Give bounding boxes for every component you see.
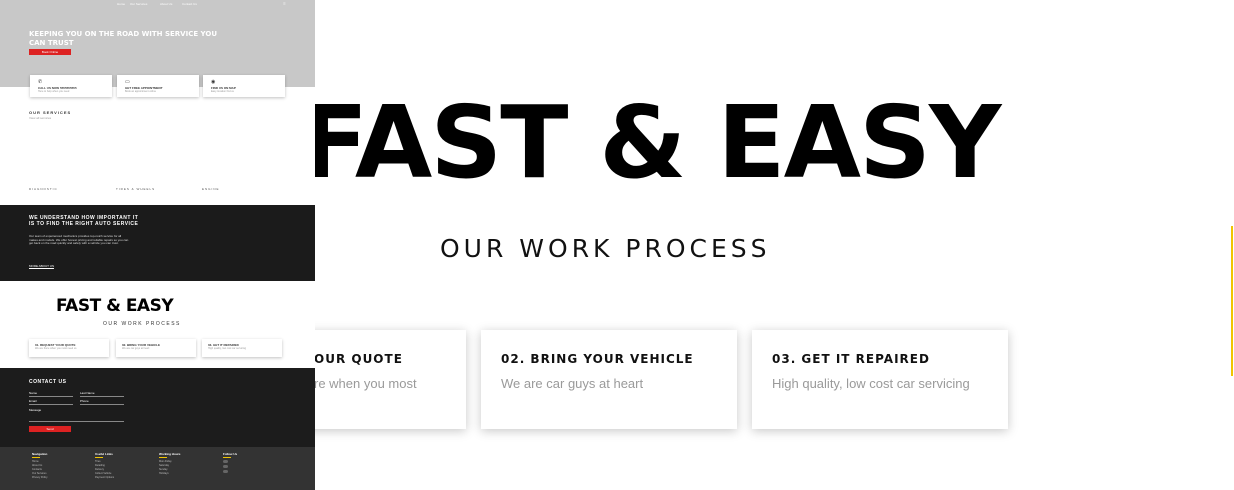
calendar-icon: ▭: [125, 79, 130, 85]
feature-card-appointment[interactable]: ▭ GET FREE APPOINTMENT Book an appointme…: [117, 75, 199, 97]
process-step-title: 02. BRING YOUR VEHICLE: [501, 352, 694, 366]
email-field-label: Email: [29, 399, 37, 403]
book-online-button[interactable]: Book Online: [29, 49, 71, 55]
feature-card-desc: Book an appointment online: [125, 90, 156, 93]
mini-step-card: 03. GET IT REPAIRED High quality, low co…: [202, 339, 282, 357]
feature-card-map[interactable]: ◉ FIND US ON MAP Easy location find us: [203, 75, 285, 97]
process-step-card-3: 03. GET IT REPAIRED High quality, low co…: [752, 330, 1008, 429]
phone-icon: ✆: [38, 79, 43, 85]
service-item[interactable]: ENGINE: [202, 187, 220, 191]
mini-step-card: 02. BRING YOUR VEHICLE We are car guys a…: [116, 339, 196, 357]
mini-step-desc: We are car guys at heart: [122, 347, 150, 350]
footer-text: Holidays: [159, 472, 169, 475]
footer-link[interactable]: Payment Options: [95, 476, 114, 480]
about-link[interactable]: MORE ABOUT US: [29, 264, 54, 268]
instagram-icon[interactable]: [223, 470, 228, 473]
process-subtitle: OUR WORK PROCESS: [440, 234, 771, 263]
hero-section: Home Our Services About Us Contact Us ☰ …: [0, 0, 315, 87]
contact-section: CONTACT US Name Last Name Email Phone Me…: [0, 368, 315, 447]
mini-process-subtitle: OUR WORK PROCESS: [103, 321, 181, 327]
feature-card-call[interactable]: ✆ CALL US NOW 5555555555 Here to help wh…: [30, 75, 112, 97]
mini-step-card: 01. REQUEST YOUR QUOTE We are there when…: [29, 339, 109, 357]
send-button[interactable]: Send: [29, 426, 71, 432]
feature-card-desc: Easy location find us: [211, 90, 234, 93]
service-item[interactable]: TIRES & WHEELS: [116, 187, 155, 191]
process-step-title: 03. GET IT REPAIRED: [772, 352, 930, 366]
footer-link[interactable]: Privacy Policy: [32, 476, 48, 480]
name-field[interactable]: [29, 396, 73, 397]
nav-link-about[interactable]: About Us: [160, 2, 172, 6]
last-name-field[interactable]: [80, 396, 124, 397]
footer-heading-underline: [223, 457, 231, 458]
hero-headline: KEEPING YOU ON THE ROAD WITH SERVICE YOU…: [29, 30, 218, 47]
map-pin-icon: ◉: [211, 79, 216, 85]
footer-heading-underline: [32, 457, 40, 458]
footer-heading: Useful Links: [95, 452, 113, 456]
message-field-label: Message: [29, 408, 42, 412]
menu-icon[interactable]: ☰: [283, 2, 286, 6]
mini-step-desc: High quality, low cost car servicing: [208, 347, 247, 350]
footer-heading: Working Hours: [159, 452, 181, 456]
nav-link-contact[interactable]: Contact Us: [182, 2, 197, 6]
about-section: WE UNDERSTAND HOW IMPORTANT IT IS TO FIN…: [0, 205, 315, 281]
services-link[interactable]: View all services: [29, 116, 51, 120]
name-field-label: Name: [29, 391, 38, 395]
facebook-icon[interactable]: [223, 460, 228, 463]
process-step-desc: re when you most: [314, 376, 417, 391]
process-step-desc: High quality, low cost car servicing: [772, 376, 970, 391]
footer-col-follow-us: Follow Us: [223, 452, 237, 475]
phone-field-label: Phone: [80, 399, 89, 403]
footer-heading: Follow Us: [223, 452, 238, 456]
page-thumbnail: Home Our Services About Us Contact Us ☰ …: [0, 0, 315, 490]
footer: Navigation Home About Us Contacts Our Se…: [0, 447, 315, 490]
footer-heading: Navigation: [32, 452, 48, 456]
footer-col-useful-links: Useful Links Tires Detailing Delivery Co…: [95, 452, 114, 480]
phone-field[interactable]: [80, 404, 124, 405]
mini-step-desc: We are there when you most need us: [35, 347, 77, 350]
process-step-card-2: 02. BRING YOUR VEHICLE We are car guys a…: [481, 330, 737, 429]
footer-col-working-hours: Working Hours Mon-Friday Saturday Sunday…: [159, 452, 180, 476]
services-heading: OUR SERVICES: [29, 110, 72, 115]
contact-heading: CONTACT US: [29, 379, 67, 385]
message-field[interactable]: [29, 421, 124, 422]
process-step-desc: We are car guys at heart: [501, 376, 644, 391]
accent-scroll-line: [1231, 226, 1233, 376]
nav-link-home[interactable]: Home: [117, 2, 125, 6]
last-name-field-label: Last Name: [80, 391, 95, 395]
about-headline: WE UNDERSTAND HOW IMPORTANT IT IS TO FIN…: [29, 215, 139, 227]
email-field[interactable]: [29, 404, 73, 405]
mini-process-title: FAST & EASY: [56, 296, 174, 316]
about-body: Our team of experienced mechanics provid…: [29, 234, 129, 246]
feature-card-desc: Here to help when you need: [38, 90, 70, 93]
footer-heading-underline: [159, 457, 167, 458]
footer-heading-underline: [95, 457, 103, 458]
process-step-title: OUR QUOTE: [314, 352, 403, 366]
service-item[interactable]: DIAGNOSTIC: [29, 187, 58, 191]
nav-link-services[interactable]: Our Services: [130, 2, 147, 6]
twitter-icon[interactable]: [223, 465, 228, 468]
process-title: FAST & EASY: [300, 84, 1001, 201]
footer-col-navigation: Navigation Home About Us Contacts Our Se…: [32, 452, 48, 480]
